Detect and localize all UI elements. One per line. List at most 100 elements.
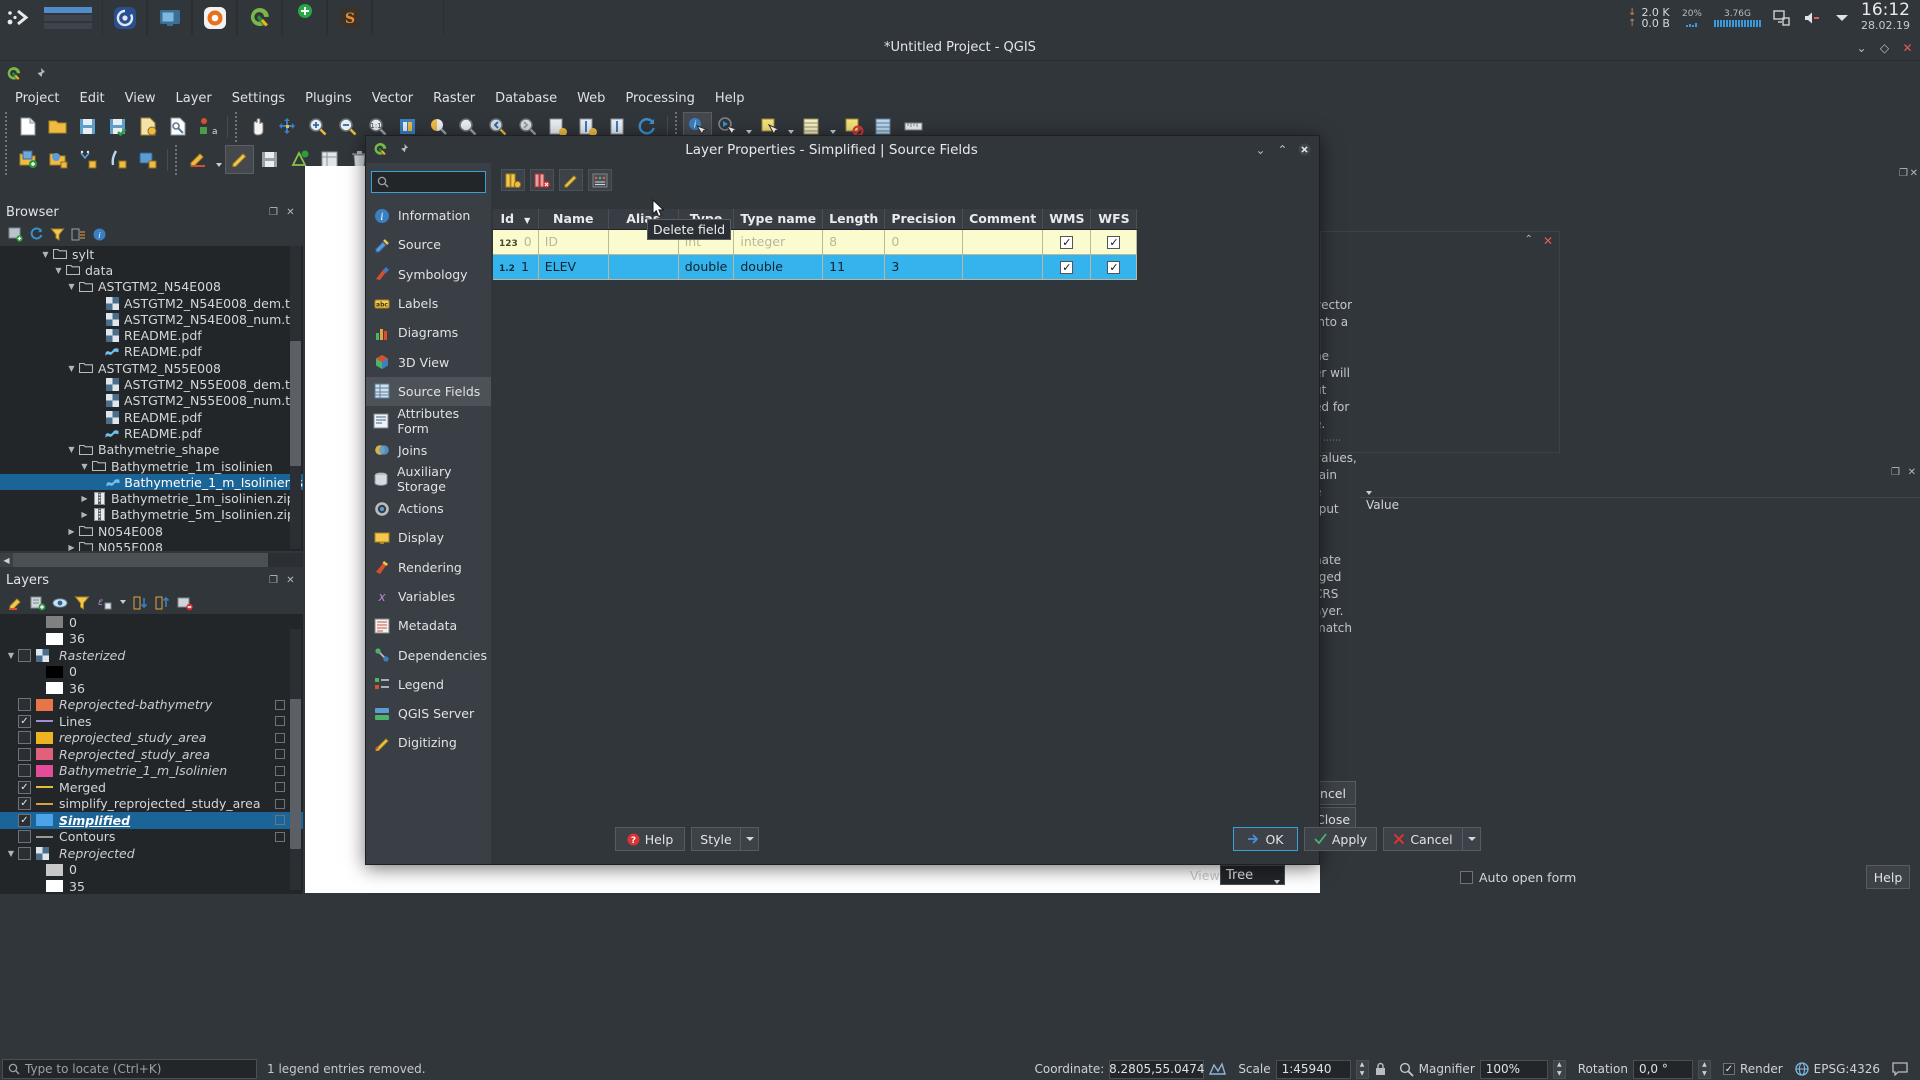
layer-edit-badge[interactable] — [275, 749, 285, 760]
scale-lock-icon[interactable] — [1374, 1062, 1387, 1076]
cell-type-name[interactable]: integer — [733, 229, 824, 255]
add-vector-layer-icon[interactable] — [13, 145, 42, 174]
column-header-comment[interactable]: Comment — [962, 209, 1044, 230]
nav-item-joins[interactable]: Joins — [366, 435, 491, 464]
remove-layer-icon[interactable] — [177, 595, 193, 611]
column-header-precision[interactable]: Precision — [884, 209, 964, 230]
maximize-icon[interactable]: ◇ — [1878, 41, 1891, 55]
layer-edit-badge[interactable] — [275, 699, 285, 710]
nav-item-legend[interactable]: Legend — [366, 670, 491, 699]
browser-item-expander[interactable]: ▼ — [52, 266, 65, 275]
cell-length[interactable]: 8 — [822, 229, 886, 255]
nav-item-qgis-server[interactable]: QGIS Server — [366, 699, 491, 728]
auto-open-form-checkbox[interactable] — [1460, 870, 1473, 884]
cell-wfs[interactable]: ✓ — [1090, 229, 1138, 255]
column-header-wfs[interactable]: WFS — [1090, 209, 1138, 230]
browser-vscrollbar[interactable] — [290, 246, 301, 549]
rotation-spinner[interactable]: ▲ ▼ — [1697, 1059, 1711, 1079]
browser-item-expander[interactable]: ▶ — [65, 543, 78, 551]
pan-map-icon[interactable] — [243, 112, 272, 141]
scale-combo-caret[interactable]: ▲ ▼ — [1355, 1059, 1369, 1079]
layer-visibility-checkbox[interactable] — [18, 648, 31, 662]
column-header-name[interactable]: Name — [538, 209, 609, 230]
add-icon[interactable] — [282, 0, 327, 35]
close-icon[interactable]: ✕ — [1901, 41, 1914, 55]
open-project-icon[interactable] — [43, 112, 72, 141]
source-fields-table[interactable]: Id▼NameAliasTypeType nameLengthPrecision… — [493, 209, 1138, 280]
network-tray-icon[interactable] — [1773, 9, 1791, 27]
save-layer-edits-icon[interactable] — [255, 145, 284, 174]
clock[interactable]: 16:12 28.02.19 — [1861, 1, 1910, 34]
layer-edit-badge[interactable] — [275, 716, 285, 727]
nav-item-source[interactable]: Source — [366, 230, 491, 259]
nav-item-variables[interactable]: x Variables — [366, 582, 491, 611]
browser-item-expander[interactable]: ▼ — [78, 462, 91, 471]
magnifier-input[interactable]: 100% — [1479, 1059, 1548, 1079]
layer-visibility-checkbox[interactable] — [18, 830, 31, 844]
new-field-icon[interactable] — [559, 169, 583, 191]
layer-item[interactable]: ✓ simplify_reprojected_study_area — [0, 796, 303, 813]
cell-type-name[interactable]: double — [733, 254, 824, 280]
sublime-icon[interactable]: S — [327, 0, 372, 35]
view-combo[interactable]: Tree — [1220, 865, 1285, 885]
zoom-in-icon[interactable] — [303, 112, 332, 141]
crs-group[interactable]: EPSG:4326 — [1795, 1062, 1880, 1076]
layer-visibility-checkbox[interactable]: ✓ — [18, 714, 31, 728]
tray-expand-icon[interactable] — [1835, 13, 1849, 23]
cell-wfs[interactable]: ✓ — [1090, 254, 1138, 280]
add-selected-layers-icon[interactable] — [8, 227, 23, 242]
browser-item-expander[interactable]: ▶ — [78, 510, 91, 519]
manage-visibility-icon[interactable] — [52, 595, 68, 611]
layout-manager-icon[interactable] — [163, 112, 192, 141]
menu-view[interactable]: View — [116, 88, 165, 109]
open-layer-styling-icon[interactable] — [8, 595, 24, 611]
delete-field-icon[interactable] — [530, 169, 554, 191]
nav-item-source-fields[interactable]: Source Fields — [366, 376, 491, 407]
coordinate-toggle-icon[interactable] — [1209, 1061, 1227, 1077]
minimize-icon[interactable]: ⌄ — [1855, 41, 1868, 55]
layer-visibility-checkbox[interactable]: ✓ — [18, 813, 31, 827]
add-postgis-layer-icon[interactable] — [133, 145, 162, 174]
attributes-panel-undock-icon[interactable]: ❐ — [1891, 467, 1900, 478]
layer-item[interactable]: reprojected_study_area — [0, 730, 303, 747]
cell-name[interactable]: ID — [538, 229, 609, 255]
layer-item[interactable]: 0 — [0, 862, 303, 879]
browser-item[interactable]: ▼ ASTGTM2_N54E008 — [0, 279, 303, 295]
filter-expression-icon[interactable]: ε — [96, 595, 112, 611]
nav-item-3d-view[interactable]: 3D View — [366, 347, 491, 376]
layer-item[interactable]: Reprojected_study_area — [0, 746, 303, 763]
apply-button[interactable]: Apply — [1304, 827, 1377, 851]
save-project-icon[interactable] — [73, 112, 102, 141]
layer-item[interactable]: 36 — [0, 680, 303, 697]
panel-splitter[interactable]: ⋯⋯ — [0, 529, 303, 538]
locator-input[interactable]: Type to locate (Ctrl+K) — [2, 1059, 257, 1079]
column-header-wms[interactable]: WMS — [1042, 209, 1092, 230]
pan-to-selection-icon[interactable] — [273, 112, 302, 141]
toolbar-grip-5[interactable] — [173, 144, 182, 175]
layer-item[interactable]: ✓ Lines — [0, 713, 303, 730]
nav-item-dependencies[interactable]: Dependencies — [366, 640, 491, 669]
dialog-close-icon[interactable] — [1298, 143, 1311, 156]
dialog-minimize-icon[interactable]: ⌄ — [1254, 143, 1267, 157]
column-header-type-name[interactable]: Type name — [733, 209, 824, 230]
layer-expander[interactable]: ▼ — [4, 849, 18, 858]
browser-item[interactable]: ASTGTM2_N54E008_num.tif — [0, 311, 303, 327]
layer-edit-badge[interactable] — [275, 798, 285, 809]
menu-layer[interactable]: Layer — [167, 88, 221, 109]
browser-item[interactable]: ▶ N055E008 — [0, 539, 303, 551]
display-icon[interactable] — [147, 0, 192, 35]
nav-item-rendering[interactable]: Rendering — [366, 553, 491, 582]
browser-item-expander[interactable]: ▼ — [65, 364, 78, 373]
layer-item[interactable]: 36 — [0, 631, 303, 648]
nav-item-attributes-form[interactable]: Attributes Form — [366, 406, 491, 436]
nav-item-display[interactable]: Display — [366, 523, 491, 552]
layer-item[interactable]: ▼ Reprojected — [0, 845, 303, 862]
layers-undock-icon[interactable]: ❐ — [267, 574, 280, 587]
layer-item[interactable]: 0 — [0, 664, 303, 681]
cpu-monitor[interactable]: 20% — [1682, 9, 1702, 27]
layer-edit-badge[interactable] — [275, 815, 285, 826]
filter-browser-icon[interactable] — [50, 227, 65, 242]
filter-legend-icon[interactable] — [74, 595, 90, 611]
nav-item-actions[interactable]: Actions — [366, 494, 491, 523]
layers-close-icon[interactable]: ✕ — [284, 574, 297, 587]
